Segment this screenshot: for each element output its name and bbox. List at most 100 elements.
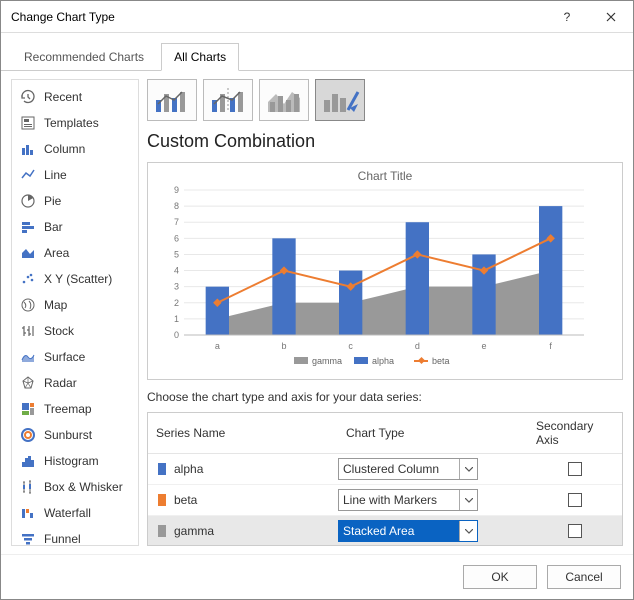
preset2-icon — [208, 84, 248, 116]
chart-type-sidebar: Recent Templates Column Line Pie Bar Are… — [11, 79, 139, 546]
sidebar-item-area[interactable]: Area — [12, 240, 138, 266]
ok-button[interactable]: OK — [463, 565, 537, 589]
svg-text:e: e — [481, 341, 486, 351]
bar-icon — [20, 219, 36, 235]
close-button[interactable] — [589, 1, 633, 33]
preset-custom-icon — [320, 84, 360, 116]
cancel-button[interactable]: Cancel — [547, 565, 621, 589]
combo-preset-1[interactable] — [147, 79, 197, 121]
sidebar-item-sunburst[interactable]: Sunburst — [12, 422, 138, 448]
series-table-head: Series Name Chart Type Secondary Axis — [148, 413, 622, 454]
head-secondary-axis: Secondary Axis — [528, 413, 622, 453]
series-name-label: alpha — [174, 462, 203, 476]
titlebar: Change Chart Type ? — [1, 1, 633, 33]
sidebar-item-waterfall[interactable]: Waterfall — [12, 500, 138, 526]
sidebar-item-label: Stock — [44, 324, 74, 338]
sidebar-item-label: Treemap — [44, 402, 92, 416]
stock-icon — [20, 323, 36, 339]
svg-text:alpha: alpha — [372, 356, 394, 366]
main-panel: Custom Combination Chart Title 012345678… — [147, 79, 623, 546]
series-swatch — [158, 525, 166, 537]
dropdown-value: Line with Markers — [343, 493, 437, 507]
sidebar-item-pie[interactable]: Pie — [12, 188, 138, 214]
sidebar-item-label: X Y (Scatter) — [44, 272, 112, 286]
tab-recommended[interactable]: Recommended Charts — [11, 43, 157, 70]
series-swatch — [158, 463, 166, 475]
chevron-down-icon — [459, 490, 477, 510]
sidebar-item-funnel[interactable]: Funnel — [12, 526, 138, 546]
sidebar-item-surface[interactable]: Surface — [12, 344, 138, 370]
svg-text:f: f — [549, 341, 552, 351]
combo-preset-row — [147, 79, 623, 121]
chart-type-dropdown[interactable]: Line with Markers — [338, 489, 478, 511]
tab-all-charts[interactable]: All Charts — [161, 43, 239, 71]
head-chart-type: Chart Type — [338, 413, 528, 453]
sidebar-item-bar[interactable]: Bar — [12, 214, 138, 240]
svg-text:9: 9 — [174, 185, 179, 195]
svg-text:b: b — [281, 341, 286, 351]
sidebar-item-label: Line — [44, 168, 67, 182]
sidebar-item-label: Box & Whisker — [44, 480, 123, 494]
sidebar-item-stock[interactable]: Stock — [12, 318, 138, 344]
series-row-beta[interactable]: beta Line with Markers — [148, 485, 622, 516]
sidebar-item-scatter[interactable]: X Y (Scatter) — [12, 266, 138, 292]
series-row-gamma[interactable]: gamma Stacked Area — [148, 516, 622, 546]
surface-icon — [20, 349, 36, 365]
sunburst-icon — [20, 427, 36, 443]
series-name-label: beta — [174, 493, 197, 507]
chart-preview: 0123456789abcdefgammaalphabeta — [154, 185, 594, 375]
window-title: Change Chart Type — [11, 10, 545, 24]
series-row-alpha[interactable]: alpha Clustered Column — [148, 454, 622, 485]
tab-bar: Recommended Charts All Charts — [1, 33, 633, 71]
series-editor-label: Choose the chart type and axis for your … — [147, 390, 623, 404]
sidebar-item-treemap[interactable]: Treemap — [12, 396, 138, 422]
sidebar-item-label: Column — [44, 142, 85, 156]
sidebar-item-label: Sunburst — [44, 428, 92, 442]
chevron-down-icon — [459, 521, 477, 541]
sidebar-item-label: Radar — [44, 376, 77, 390]
help-icon: ? — [564, 10, 571, 24]
svg-text:gamma: gamma — [312, 356, 342, 366]
svg-text:1: 1 — [174, 314, 179, 324]
secondary-axis-checkbox[interactable] — [568, 493, 582, 507]
scatter-icon — [20, 271, 36, 287]
section-title: Custom Combination — [147, 129, 623, 154]
svg-text:5: 5 — [174, 249, 179, 259]
help-button[interactable]: ? — [545, 1, 589, 33]
sidebar-item-templates[interactable]: Templates — [12, 110, 138, 136]
svg-text:beta: beta — [432, 356, 450, 366]
sidebar-item-histogram[interactable]: Histogram — [12, 448, 138, 474]
chart-type-dropdown[interactable]: Clustered Column — [338, 458, 478, 480]
line-icon — [20, 167, 36, 183]
combo-preset-custom[interactable] — [315, 79, 365, 121]
series-name-label: gamma — [174, 524, 214, 538]
sidebar-item-radar[interactable]: Radar — [12, 370, 138, 396]
chart-type-dropdown[interactable]: Stacked Area — [338, 520, 478, 542]
sidebar-item-boxwhisker[interactable]: Box & Whisker — [12, 474, 138, 500]
preset3-icon — [264, 84, 304, 116]
sidebar-item-map[interactable]: Map — [12, 292, 138, 318]
sidebar-item-recent[interactable]: Recent — [12, 84, 138, 110]
content-area: Recent Templates Column Line Pie Bar Are… — [1, 71, 633, 554]
svg-text:3: 3 — [174, 282, 179, 292]
sidebar-item-label: Funnel — [44, 532, 81, 546]
svg-text:c: c — [348, 341, 353, 351]
secondary-axis-checkbox[interactable] — [568, 462, 582, 476]
sidebar-item-column[interactable]: Column — [12, 136, 138, 162]
svg-text:6: 6 — [174, 233, 179, 243]
treemap-icon — [20, 401, 36, 417]
chart-preview-frame: Chart Title 0123456789abcdefgammaalphabe… — [147, 162, 623, 380]
sidebar-item-label: Map — [44, 298, 67, 312]
sidebar-item-line[interactable]: Line — [12, 162, 138, 188]
recent-icon — [20, 89, 36, 105]
sidebar-item-label: Pie — [44, 194, 61, 208]
secondary-axis-checkbox[interactable] — [568, 524, 582, 538]
change-chart-type-dialog: Change Chart Type ? Recommended Charts A… — [0, 0, 634, 600]
funnel-icon — [20, 531, 36, 546]
combo-preset-2[interactable] — [203, 79, 253, 121]
dialog-footer: OK Cancel — [1, 554, 633, 599]
series-editor-table: Series Name Chart Type Secondary Axis al… — [147, 412, 623, 546]
sidebar-item-label: Waterfall — [44, 506, 91, 520]
dropdown-value: Stacked Area — [343, 524, 414, 538]
combo-preset-3[interactable] — [259, 79, 309, 121]
